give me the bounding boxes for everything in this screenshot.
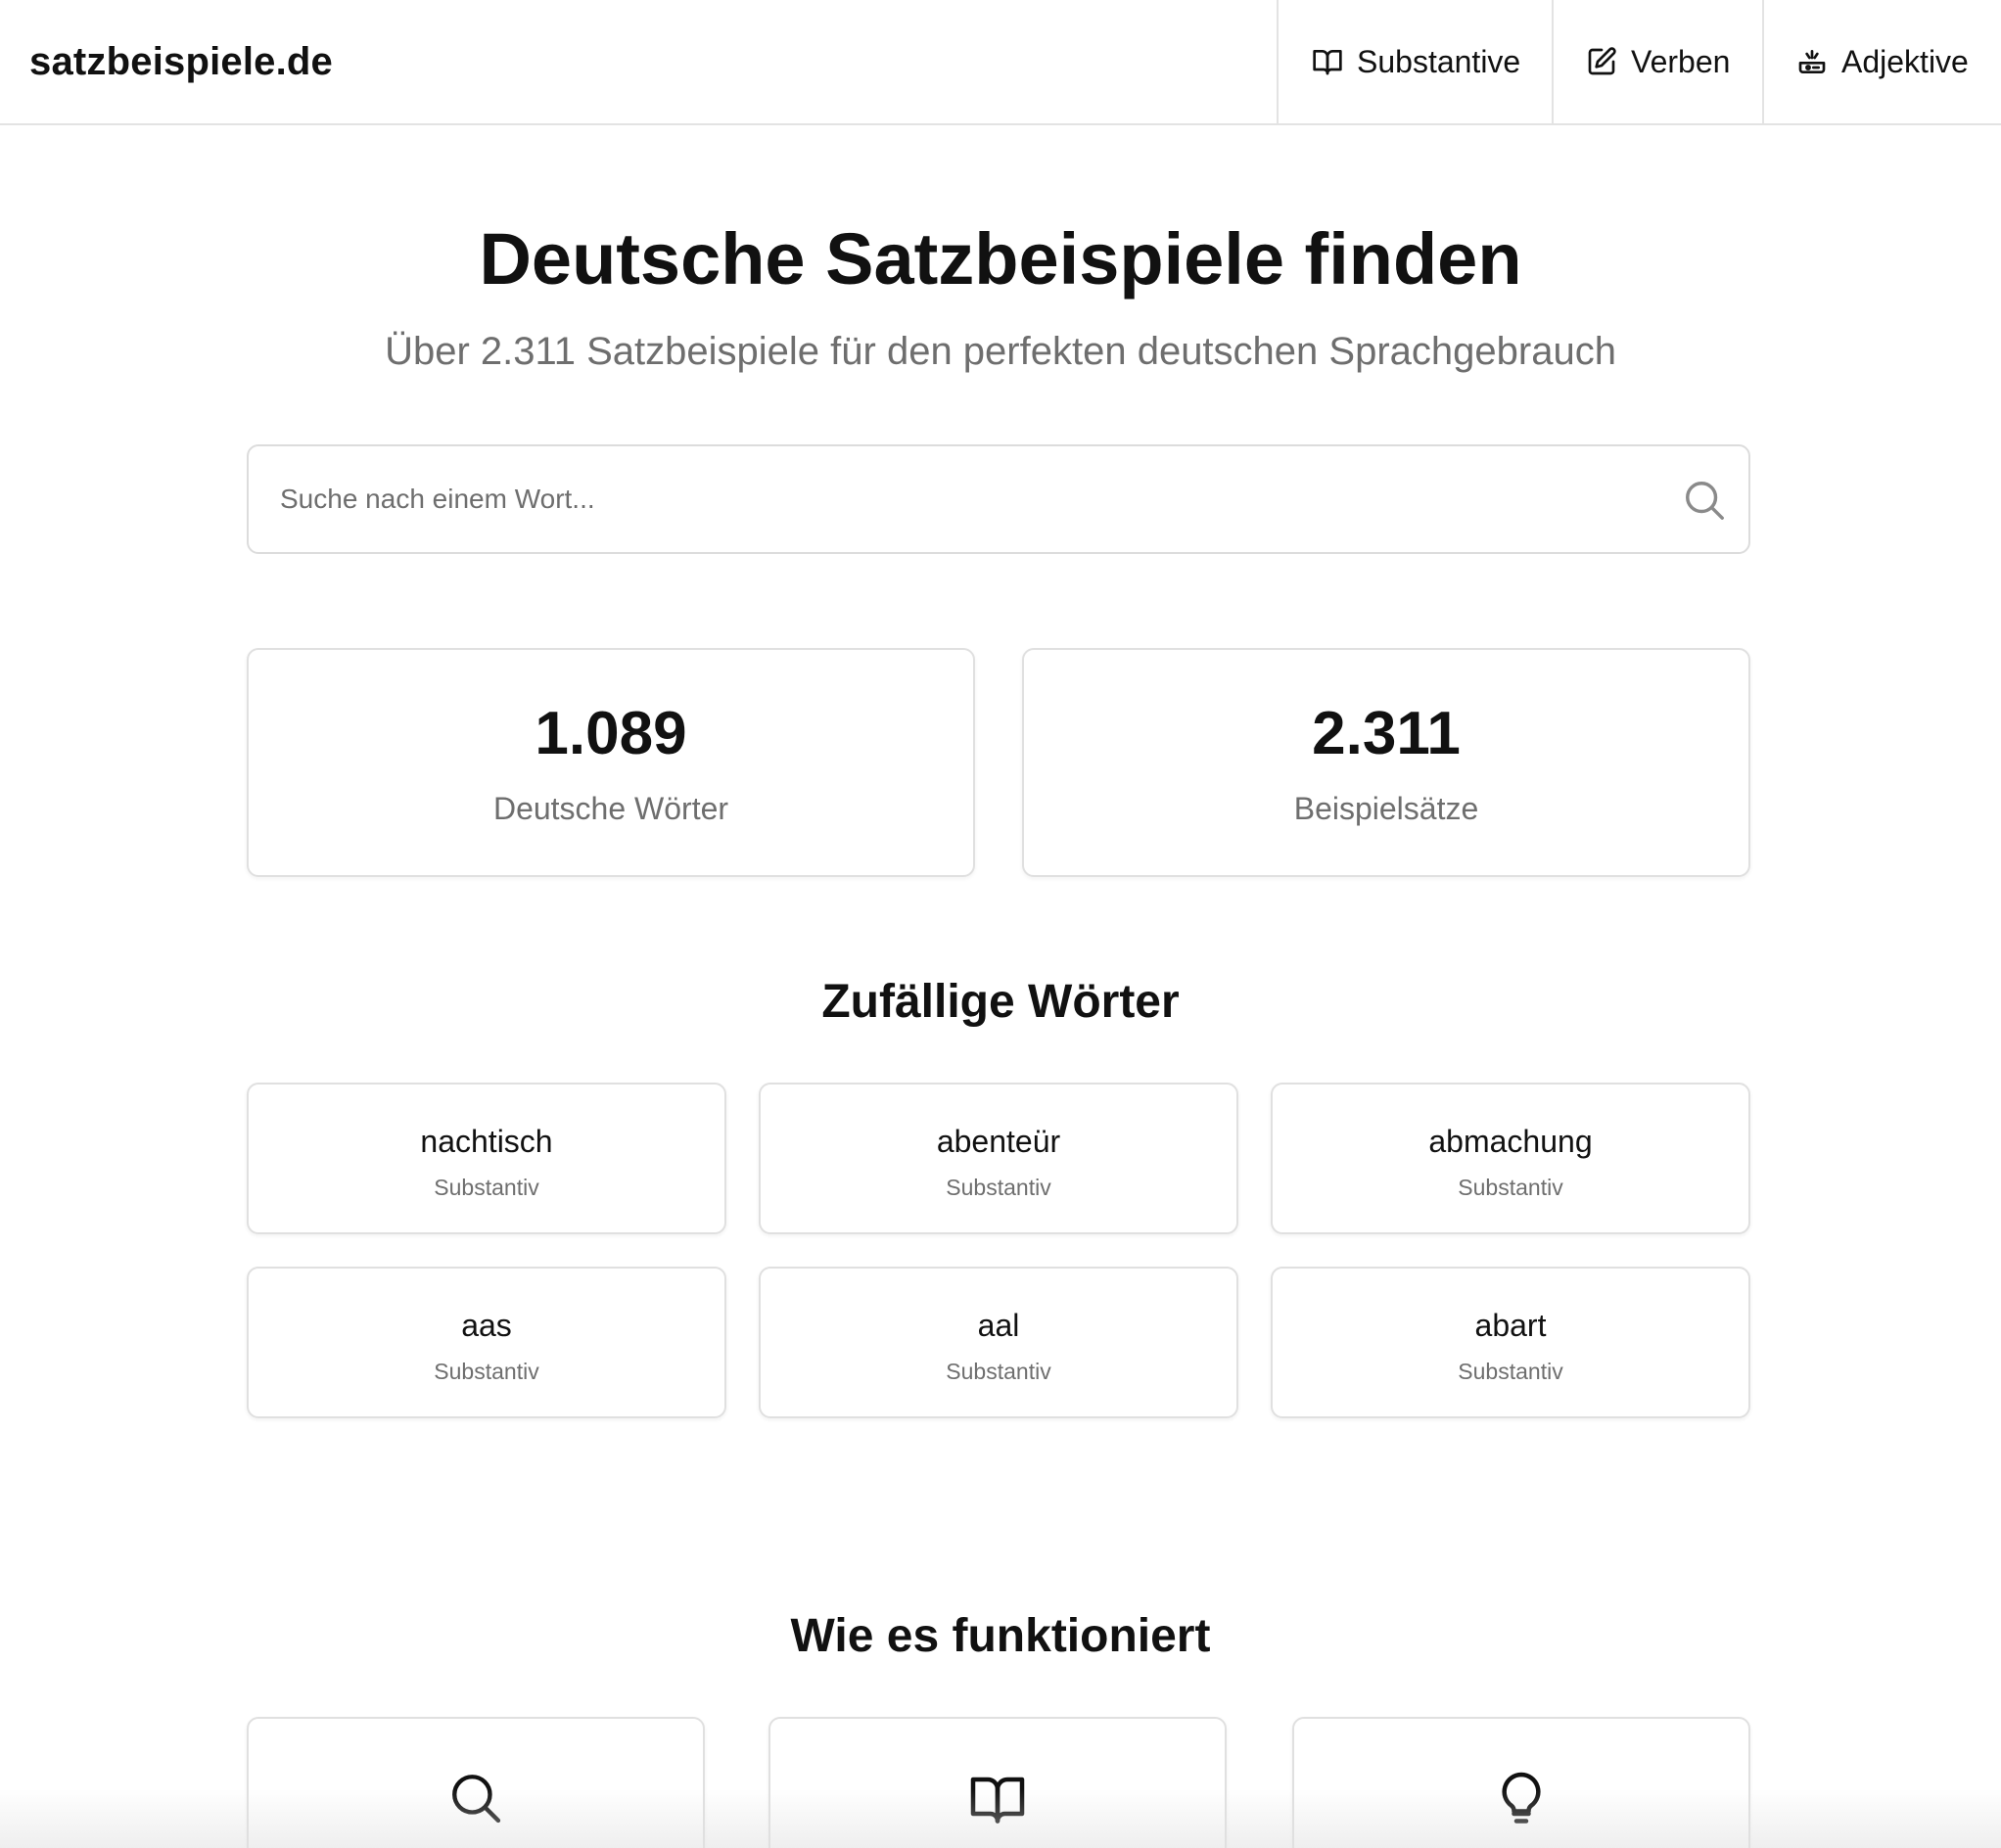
stat-card-sentences: 2.311 Beispielsätze bbox=[1022, 648, 1750, 877]
search-box bbox=[247, 444, 1750, 554]
stat-value: 2.311 bbox=[1312, 700, 1461, 767]
word-text: aal bbox=[977, 1308, 1020, 1343]
search-icon[interactable] bbox=[1682, 478, 1727, 523]
how-card-search bbox=[247, 1717, 705, 1848]
site-header: satzbeispiele.de Substantive Verben Adje… bbox=[0, 0, 2001, 125]
book-open-icon bbox=[970, 1777, 1025, 1824]
word-text: aas bbox=[461, 1308, 512, 1343]
site-logo[interactable]: satzbeispiele.de bbox=[29, 0, 333, 123]
word-type: Substantiv bbox=[434, 1175, 539, 1200]
sparkle-bowl-icon bbox=[1798, 50, 1826, 73]
word-text: abenteür bbox=[936, 1124, 1061, 1159]
word-card[interactable]: aal Substantiv bbox=[759, 1267, 1238, 1418]
random-words-title: Zufällige Wörter bbox=[821, 976, 1180, 1028]
word-type: Substantiv bbox=[946, 1359, 1051, 1384]
page-title: Deutsche Satzbeispiele finden bbox=[479, 218, 1522, 300]
edit-icon bbox=[1588, 47, 1616, 75]
word-card[interactable]: aas Substantiv bbox=[247, 1267, 726, 1418]
nav-label: Verben bbox=[1631, 43, 1731, 79]
nav-adjektive[interactable]: Adjektive bbox=[1762, 0, 2001, 123]
stat-value: 1.089 bbox=[535, 700, 687, 767]
word-type: Substantiv bbox=[946, 1175, 1051, 1200]
word-card[interactable]: nachtisch Substantiv bbox=[247, 1083, 726, 1234]
stat-label: Deutsche Wörter bbox=[492, 791, 729, 826]
word-type: Substantiv bbox=[434, 1359, 539, 1384]
word-text: abart bbox=[1474, 1308, 1547, 1343]
search-icon bbox=[452, 1775, 501, 1824]
word-text: abmachung bbox=[1428, 1124, 1593, 1159]
word-text: nachtisch bbox=[420, 1124, 553, 1159]
stat-card-words: 1.089 Deutsche Wörter bbox=[247, 648, 975, 877]
nav-substantive[interactable]: Substantive bbox=[1277, 0, 1552, 123]
nav-label: Substantive bbox=[1357, 43, 1521, 79]
how-card-learn bbox=[1292, 1717, 1750, 1848]
lightbulb-icon bbox=[1502, 1772, 1541, 1824]
word-card[interactable]: abart Substantiv bbox=[1271, 1267, 1750, 1418]
main-nav: Substantive Verben Adjektive bbox=[1277, 0, 2001, 123]
book-open-icon bbox=[1313, 50, 1342, 75]
how-card-read bbox=[768, 1717, 1227, 1848]
how-it-works-title: Wie es funktioniert bbox=[790, 1610, 1211, 1662]
word-type: Substantiv bbox=[1458, 1175, 1563, 1200]
page-subtitle: Über 2.311 Satzbeispiele für den perfekt… bbox=[385, 330, 1616, 373]
stat-label: Beispielsätze bbox=[1293, 791, 1479, 826]
word-card[interactable]: abenteür Substantiv bbox=[759, 1083, 1238, 1234]
search-input[interactable] bbox=[280, 446, 1631, 552]
nav-verben[interactable]: Verben bbox=[1552, 0, 1762, 123]
page: satzbeispiele.de Substantive Verben Adje… bbox=[0, 0, 2001, 1848]
nav-label: Adjektive bbox=[1841, 43, 1969, 79]
word-card[interactable]: abmachung Substantiv bbox=[1271, 1083, 1750, 1234]
word-type: Substantiv bbox=[1458, 1359, 1563, 1384]
